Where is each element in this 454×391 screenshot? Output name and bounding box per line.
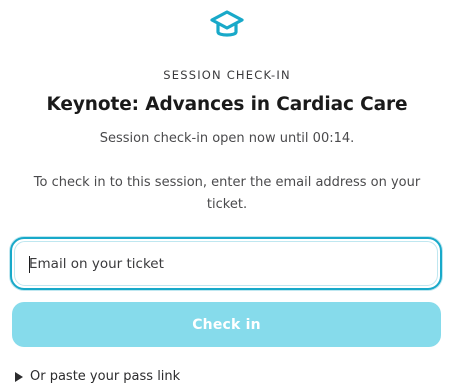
checkin-window-note: Session check-in open now until 00:14.	[99, 131, 355, 146]
email-input[interactable]	[14, 241, 438, 286]
triangle-right-icon	[15, 371, 23, 382]
paste-pass-link-toggle[interactable]: Or paste your pass link	[15, 369, 180, 384]
checkin-instructions: To check in to this session, enter the e…	[33, 175, 421, 212]
text-caret	[29, 256, 30, 273]
session-checkin-page: SESSION CHECK-IN Keynote: Advances in Ca…	[0, 0, 454, 391]
check-in-button[interactable]: Check in	[12, 302, 441, 347]
graduation-cap-icon	[210, 10, 244, 37]
paste-pass-link-label: Or paste your pass link	[30, 369, 181, 384]
eyebrow-label: SESSION CHECK-IN	[163, 68, 291, 82]
session-title: Keynote: Advances in Cardiac Care	[46, 94, 408, 115]
email-field-wrapper	[10, 237, 442, 290]
